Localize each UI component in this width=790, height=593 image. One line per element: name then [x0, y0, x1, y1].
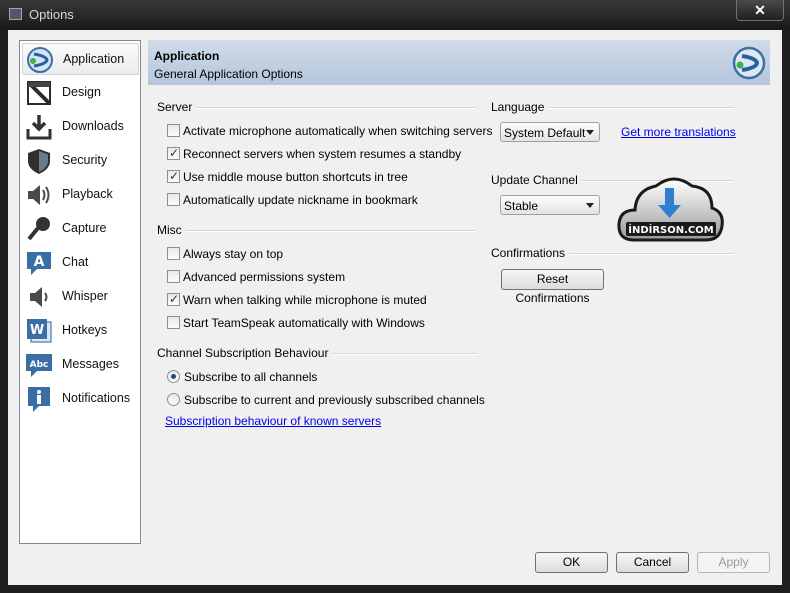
group-divider: [157, 107, 477, 109]
server-group-label: Server: [157, 100, 197, 114]
subscribe-all-radio[interactable]: [167, 370, 180, 383]
title-bar: Options ✕: [0, 0, 790, 30]
microphone-icon: [27, 217, 50, 241]
middle-mouse-label: Use middle mouse button shortcuts in tre…: [183, 170, 408, 184]
options-sidebar: Application Design Downloads Security Pl…: [19, 40, 141, 544]
chevron-down-icon: [586, 203, 594, 208]
confirmations-group-label: Confirmations: [491, 246, 570, 260]
update-channel-group-label: Update Channel: [491, 173, 582, 187]
advanced-permissions-label: Advanced permissions system: [183, 270, 346, 284]
warn-muted-label: Warn when talking while microphone is mu…: [183, 293, 427, 307]
page-subtitle: General Application Options: [154, 67, 303, 81]
update-channel-select[interactable]: Stable: [500, 195, 600, 215]
activate-mic-checkbox[interactable]: [167, 124, 180, 137]
download-icon: [26, 115, 52, 140]
shield-icon: [28, 149, 50, 174]
messages-icon: Abc: [26, 354, 52, 377]
sidebar-item-downloads[interactable]: Downloads: [22, 111, 139, 143]
always-on-top-label: Always stay on top: [183, 247, 284, 261]
sidebar-item-label: Messages: [62, 357, 119, 371]
sidebar-item-security[interactable]: Security: [22, 145, 139, 177]
cancel-button[interactable]: Cancel: [616, 552, 689, 573]
hotkeys-icon: W: [27, 319, 52, 343]
page-header: Application General Application Options: [148, 40, 770, 85]
chevron-down-icon: [586, 130, 594, 135]
sidebar-item-notifications[interactable]: Notifications: [22, 383, 139, 415]
update-nickname-checkbox[interactable]: [167, 193, 180, 206]
language-select[interactable]: System Default: [500, 122, 600, 142]
sidebar-item-capture[interactable]: Capture: [22, 213, 139, 245]
update-nickname-label: Automatically update nickname in bookmar…: [183, 193, 418, 207]
design-icon: [26, 80, 52, 106]
autostart-label: Start TeamSpeak automatically with Windo…: [183, 316, 425, 330]
reconnect-servers-label: Reconnect servers when system resumes a …: [183, 147, 462, 161]
advanced-permissions-checkbox[interactable]: [167, 270, 180, 283]
svg-text:A: A: [34, 254, 45, 270]
close-button[interactable]: ✕: [736, 0, 784, 21]
sidebar-item-hotkeys[interactable]: W Hotkeys: [22, 315, 139, 347]
sidebar-item-design[interactable]: Design: [22, 77, 139, 109]
sidebar-item-whisper[interactable]: Whisper: [22, 281, 139, 313]
sidebar-item-messages[interactable]: Abc Messages: [22, 349, 139, 381]
svg-text:W: W: [30, 323, 44, 338]
speaker-icon: [28, 185, 50, 205]
page-title: Application: [154, 49, 220, 63]
chat-icon: A: [27, 252, 51, 275]
language-select-value: System Default: [504, 126, 586, 140]
sidebar-item-label: Design: [62, 85, 101, 99]
options-dialog: Application Design Downloads Security Pl…: [8, 30, 782, 585]
get-translations-link[interactable]: Get more translations: [621, 125, 736, 139]
svg-text:Abc: Abc: [30, 360, 49, 370]
reconnect-servers-checkbox[interactable]: [167, 146, 180, 160]
sidebar-item-label: Downloads: [62, 119, 124, 133]
subscribe-all-label: Subscribe to all channels: [184, 370, 318, 384]
window-title: Options: [29, 7, 74, 22]
teamspeak-logo-icon: [732, 46, 766, 80]
update-channel-select-value: Stable: [504, 199, 539, 213]
always-on-top-checkbox[interactable]: [167, 247, 180, 260]
ok-button[interactable]: OK: [535, 552, 608, 573]
subscribe-current-radio[interactable]: [167, 393, 180, 406]
warn-muted-checkbox[interactable]: [167, 292, 180, 306]
subscription-behaviour-link[interactable]: Subscription behaviour of known servers: [165, 414, 381, 428]
sidebar-item-label: Hotkeys: [62, 323, 108, 337]
watermark-text: İNDİRSON.COM: [628, 222, 714, 236]
apply-button[interactable]: Apply: [697, 552, 770, 573]
reset-confirmations-button[interactable]: Reset Confirmations: [501, 269, 604, 305]
autostart-checkbox[interactable]: [167, 316, 180, 329]
sidebar-item-label: Capture: [62, 221, 107, 235]
group-divider: [157, 230, 477, 232]
teamspeak-logo-icon: [27, 47, 53, 73]
sidebar-item-label: Playback: [62, 187, 113, 201]
whisper-speaker-icon: [30, 287, 48, 307]
indirson-watermark-logo: İNDİRSON.COM: [617, 177, 724, 242]
sidebar-item-label: Application: [63, 52, 125, 66]
sidebar-item-label: Notifications: [62, 391, 131, 405]
misc-group-label: Misc: [157, 223, 186, 237]
window-icon: [9, 8, 22, 20]
sidebar-item-label: Whisper: [62, 289, 108, 303]
middle-mouse-checkbox[interactable]: [167, 169, 180, 183]
subscription-group-label: Channel Subscription Behaviour: [157, 346, 333, 360]
sidebar-item-label: Chat: [62, 255, 89, 269]
sidebar-item-playback[interactable]: Playback: [22, 179, 139, 211]
language-group-label: Language: [491, 100, 549, 114]
info-icon: [28, 387, 50, 412]
subscribe-current-label: Subscribe to current and previously subs…: [184, 393, 485, 407]
sidebar-item-chat[interactable]: A Chat: [22, 247, 139, 279]
activate-mic-label: Activate microphone automatically when s…: [183, 124, 493, 138]
sidebar-item-label: Security: [62, 153, 108, 167]
sidebar-item-application[interactable]: Application: [22, 43, 139, 75]
